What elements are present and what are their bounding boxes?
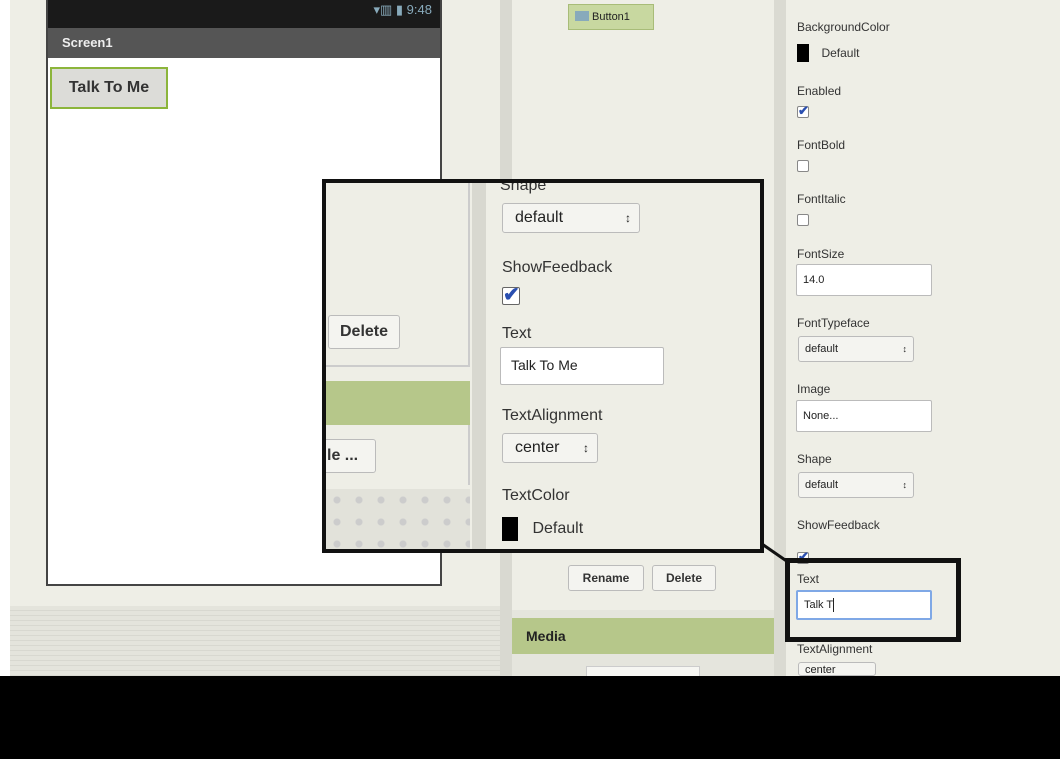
phone-status-bar: ▾▥ ▮ 9:48 — [48, 0, 440, 28]
fontitalic-checkbox[interactable] — [797, 214, 809, 226]
screen-title: Screen1 — [48, 28, 440, 58]
callout-shape-value: default — [515, 209, 564, 226]
showfeedback-label: ShowFeedback — [797, 518, 880, 532]
background-color-label: BackgroundColor — [797, 20, 890, 34]
color-swatch — [797, 44, 809, 62]
callout-upload-file-button[interactable]: le ... — [326, 439, 376, 473]
callout-text-input[interactable]: Talk To Me — [500, 347, 664, 385]
select-arrow-icon: ↕ — [625, 211, 631, 225]
button-component-icon — [575, 11, 589, 21]
status-icons: ▾▥ ▮ 9:48 — [373, 2, 433, 17]
textalignment-select[interactable]: center — [798, 662, 876, 676]
callout-shape-select[interactable]: default ↕ — [502, 203, 640, 233]
select-arrow-icon: ↕ — [902, 480, 908, 490]
enabled-label: Enabled — [797, 84, 842, 98]
fonttypeface-value: default — [805, 343, 839, 355]
shape-label: Shape — [797, 452, 832, 466]
fontsize-input[interactable]: 14.0 — [796, 264, 932, 296]
delete-button[interactable]: Delete — [652, 565, 716, 591]
callout-textcolor-picker[interactable]: Default — [502, 517, 583, 541]
select-arrow-icon: ↕ — [902, 344, 908, 354]
designer-grid — [0, 606, 510, 676]
callout-media-header — [326, 381, 470, 425]
image-label: Image — [797, 382, 831, 396]
shape-select[interactable]: default ↕ — [798, 472, 914, 498]
left-margin — [0, 0, 10, 676]
fonttypeface-label: FontTypeface — [797, 316, 870, 330]
shape-value: default — [805, 479, 839, 491]
enabled-checkbox[interactable] — [797, 103, 809, 119]
letterbox-bar — [0, 676, 1060, 759]
component-name: Button1 — [592, 11, 630, 23]
callout-showfeedback-label: ShowFeedback — [502, 259, 613, 276]
text-property-highlight — [785, 558, 961, 642]
fontbold-checkbox[interactable] — [797, 160, 809, 172]
zoom-callout: Delete le ... Shape default ↕ ShowFeedba… — [322, 179, 764, 553]
image-picker[interactable]: None... — [796, 400, 932, 432]
rename-button[interactable]: Rename — [568, 565, 644, 591]
color-swatch — [502, 517, 518, 541]
callout-textalignment-select[interactable]: center ↕ — [502, 433, 598, 463]
callout-text-label: Text — [502, 325, 532, 342]
callout-properties: Shape default ↕ ShowFeedback Text Talk T… — [486, 183, 760, 549]
fontitalic-label: FontItalic — [797, 192, 846, 206]
callout-textcolor-label: TextColor — [502, 487, 570, 504]
fonttypeface-select[interactable]: default ↕ — [798, 336, 914, 362]
callout-grid — [326, 489, 470, 549]
fontbold-label: FontBold — [797, 138, 846, 152]
select-arrow-icon: ↕ — [583, 441, 589, 455]
preview-button-talk-to-me[interactable]: Talk To Me — [50, 67, 168, 109]
background-color-value: Default — [821, 46, 860, 61]
media-header: Media — [512, 618, 774, 654]
fontsize-label: FontSize — [797, 247, 845, 261]
callout-showfeedback-checkbox[interactable] — [502, 282, 520, 307]
callout-textalignment-label: TextAlignment — [502, 407, 603, 424]
callout-delete-button[interactable]: Delete — [328, 315, 400, 349]
callout-shape-label: Shape — [500, 179, 547, 194]
background-color-picker[interactable]: Default — [797, 44, 859, 62]
callout-textcolor-value: Default — [532, 520, 584, 538]
textalignment-value: center — [805, 664, 836, 676]
callout-divider — [472, 183, 486, 549]
component-tree-item-button1[interactable]: Button1 — [568, 4, 654, 30]
callout-connector — [761, 542, 789, 564]
textalignment-label: TextAlignment — [797, 642, 873, 656]
callout-textalignment-value: center — [515, 439, 560, 456]
